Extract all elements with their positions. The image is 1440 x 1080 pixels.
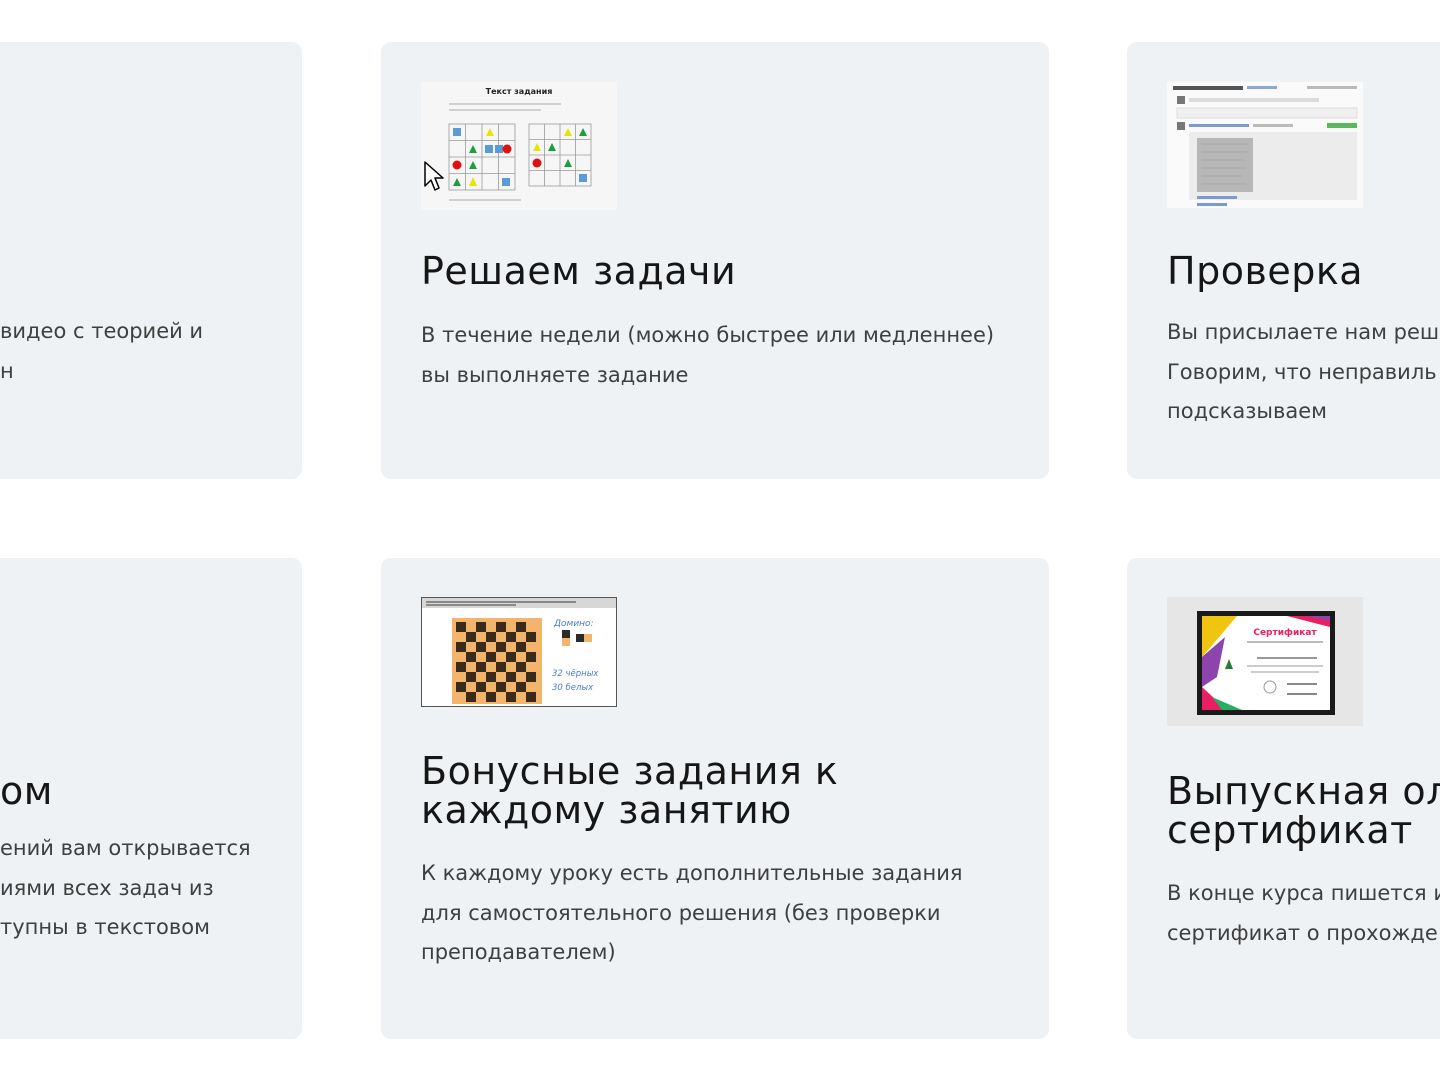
chess-square — [506, 632, 516, 642]
chess-square — [456, 642, 466, 652]
chess-square — [516, 682, 526, 692]
chess-square — [506, 672, 516, 682]
chess-square — [516, 662, 526, 672]
chess-square — [486, 692, 496, 702]
chess-square — [476, 642, 486, 652]
chess-square — [526, 692, 536, 702]
card-title: ом — [0, 769, 53, 813]
feature-card-bonus: Домино: 32 чёрных 30 белых Бонусные зада… — [381, 558, 1049, 1039]
chess-square — [526, 652, 536, 662]
chess-square — [516, 622, 526, 632]
features-grid: видео с теорией и н Текст задания Решаем… — [0, 0, 1440, 1080]
chessboard-domino-image: Домино: 32 чёрных 30 белых — [421, 597, 617, 707]
chess-square — [486, 652, 496, 662]
certificate-image: Сертификат — [1167, 597, 1363, 726]
feature-card-check: Проверка Вы присылаете нам реш Говорим, … — [1127, 42, 1440, 479]
feature-card-solutions: ом ений вам открывается иями всех задач … — [0, 558, 302, 1039]
mouse-pointer-icon — [424, 161, 444, 191]
chess-square — [466, 652, 476, 662]
chess-square — [526, 632, 536, 642]
card-description: В конце курса пишется и сертификат о про… — [1167, 881, 1440, 945]
chess-square — [486, 672, 496, 682]
chess-square — [456, 662, 466, 672]
certificate-heading: Сертификат — [1253, 628, 1317, 638]
chess-square — [516, 642, 526, 652]
feature-card-certificate: Сертификат Выпускная ол сертификат В кон… — [1127, 558, 1440, 1039]
chess-square — [466, 692, 476, 702]
chess-square — [456, 622, 466, 632]
chess-square — [476, 622, 486, 632]
domino-white-count: 30 белых — [552, 683, 594, 693]
card-description: Вы присылаете нам реш Говорим, что непра… — [1167, 320, 1440, 423]
task-sheet-image: Текст задания — [421, 82, 617, 210]
chess-square — [496, 662, 506, 672]
comments-screenshot-image — [1167, 82, 1363, 208]
chess-square — [476, 662, 486, 672]
feature-card-solve-tasks: Текст задания Решаем задачи В течение не… — [381, 42, 1049, 479]
task-sheet-heading: Текст задания — [486, 87, 553, 96]
card-title: Проверка — [1167, 249, 1364, 293]
chess-square — [526, 672, 536, 682]
chess-square — [456, 682, 466, 692]
chess-square — [496, 682, 506, 692]
chess-square — [476, 682, 486, 692]
chess-square — [506, 692, 516, 702]
chess-square — [466, 632, 476, 642]
chess-square — [496, 642, 506, 652]
chess-square — [466, 672, 476, 682]
chess-square — [506, 652, 516, 662]
card-title: Решаем задачи — [421, 249, 737, 293]
card-title: Бонусные задания к каждому занятию — [421, 749, 839, 832]
domino-black-count: 32 чёрных — [552, 669, 599, 679]
card-description: К каждому уроку есть дополнительные зада… — [421, 861, 963, 964]
domino-label: Домино: — [553, 619, 594, 629]
card-title: Выпускная ол сертификат — [1167, 769, 1440, 852]
card-description: видео с теорией и н — [0, 319, 204, 383]
chess-square — [486, 632, 496, 642]
chess-square — [496, 622, 506, 632]
feature-card-video: видео с теорией и н — [0, 42, 302, 479]
card-description: В течение недели (можно быстрее или медл… — [421, 323, 995, 387]
card-description: ений вам открывается иями всех задач из … — [0, 836, 251, 939]
